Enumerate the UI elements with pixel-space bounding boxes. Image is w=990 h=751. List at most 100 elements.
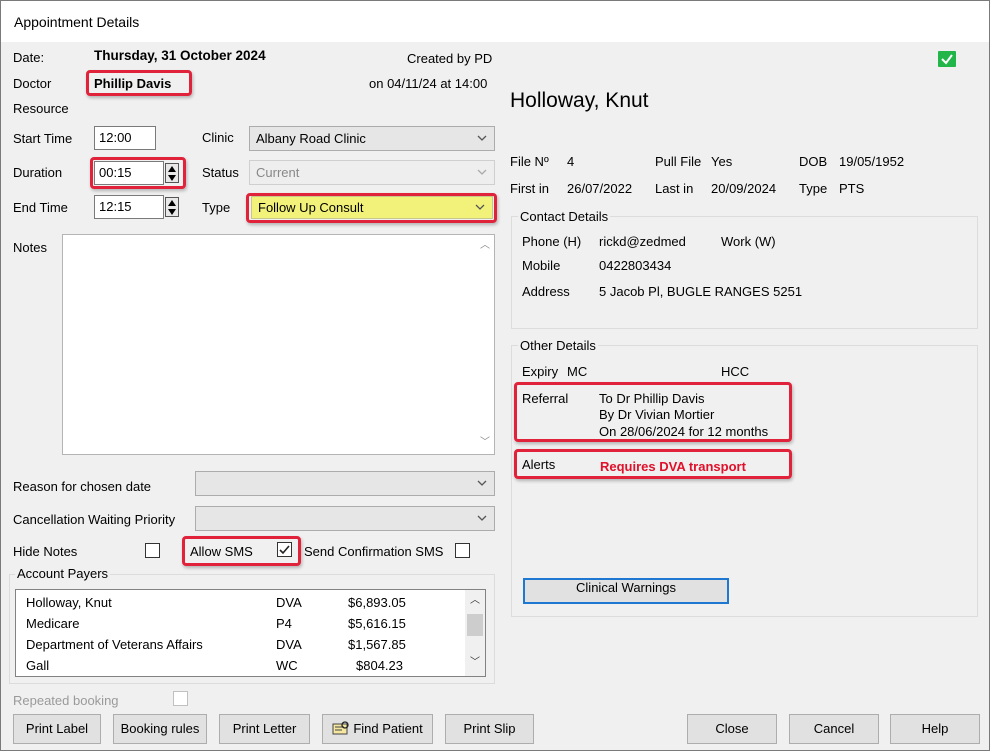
- status-value: Current: [256, 165, 300, 180]
- start-time-input[interactable]: 12:00: [94, 126, 156, 150]
- type-value-right: PTS: [839, 181, 865, 196]
- scroll-down-icon[interactable]: ﹀: [470, 658, 480, 668]
- print-label-button[interactable]: Print Label: [13, 714, 101, 744]
- payer-amount: $6,893.05: [348, 595, 406, 610]
- contact-details-title: Contact Details: [518, 209, 611, 224]
- referral-line3: On 28/06/2024 for 12 months: [599, 424, 769, 439]
- booking-rules-text: Booking rules: [120, 721, 200, 736]
- clinic-select[interactable]: Albany Road Clinic: [249, 126, 495, 151]
- pull-file-label: Pull File: [655, 154, 702, 169]
- scroll-up-icon[interactable]: ︿: [480, 241, 490, 251]
- print-slip-button[interactable]: Print Slip: [445, 714, 534, 744]
- allow-sms-label: Allow SMS: [190, 544, 253, 559]
- reason-select[interactable]: [195, 471, 495, 496]
- referral-line2: By Dr Vivian Mortier: [599, 407, 715, 422]
- phone-value: rickd@zedmed: [599, 234, 686, 249]
- first-in-label: First in: [510, 181, 549, 196]
- end-time-input[interactable]: 12:15: [94, 195, 164, 219]
- other-details-title: Other Details: [518, 338, 598, 353]
- clinic-value: Albany Road Clinic: [256, 131, 366, 146]
- duration-spinner[interactable]: [165, 163, 179, 183]
- send-confirmation-checkbox[interactable]: [455, 543, 470, 558]
- find-patient-text: Find Patient: [353, 721, 423, 736]
- hcc-label: HCC: [721, 364, 750, 379]
- repeated-booking-label: Repeated booking: [13, 693, 119, 708]
- first-in-value: 26/07/2022: [567, 181, 633, 196]
- scroll-up-icon[interactable]: ︿: [470, 596, 480, 606]
- cancellation-label: Cancellation Waiting Priority: [13, 512, 176, 527]
- mc-label: MC: [567, 364, 588, 379]
- table-row[interactable]: Holloway, Knut DVA $6,893.05: [16, 593, 456, 614]
- scroll-thumb[interactable]: [467, 614, 483, 636]
- chevron-down-icon: [477, 135, 487, 141]
- payer-code: DVA: [276, 637, 302, 652]
- table-row[interactable]: Medicare P4 $5,616.15: [16, 614, 456, 635]
- payer-amount: $1,567.85: [348, 637, 406, 652]
- check-icon: [938, 51, 956, 67]
- payer-code: DVA: [276, 595, 302, 610]
- mobile-label: Mobile: [522, 258, 561, 273]
- payer-name: Department of Veterans Affairs: [26, 637, 203, 652]
- status-select: Current: [249, 160, 495, 185]
- send-confirmation-label: Send Confirmation SMS: [304, 544, 444, 559]
- chevron-down-icon: [477, 169, 487, 175]
- chevron-down-icon: [477, 515, 487, 521]
- end-time-label: End Time: [13, 200, 68, 215]
- referral-line1: To Dr Phillip Davis: [599, 391, 705, 406]
- chevron-down-icon: [477, 480, 487, 486]
- notes-label: Notes: [13, 240, 47, 255]
- payer-code: WC: [276, 658, 298, 673]
- status-label: Status: [202, 165, 239, 180]
- doctor-value: Phillip Davis: [94, 76, 172, 91]
- created-on: on 04/11/24 at 14:00: [369, 76, 488, 91]
- last-in-label: Last in: [655, 181, 694, 196]
- find-patient-button[interactable]: Find Patient: [322, 714, 433, 744]
- scroll-down-icon[interactable]: ﹀: [480, 438, 490, 448]
- print-letter-button[interactable]: Print Letter: [219, 714, 310, 744]
- type-label-right: Type: [799, 181, 828, 196]
- account-payers-title: Account Payers: [15, 566, 111, 581]
- account-payers-list[interactable]: Holloway, Knut DVA $6,893.05 Medicare P4…: [15, 589, 486, 677]
- type-select[interactable]: Follow Up Consult: [251, 196, 493, 219]
- close-text: Close: [715, 721, 749, 736]
- contact-details-group: [511, 216, 978, 329]
- table-row[interactable]: Gall WC $804.23: [16, 656, 456, 677]
- booking-rules-button[interactable]: Booking rules: [113, 714, 207, 744]
- created-by: Created by PD: [407, 51, 493, 66]
- help-button[interactable]: Help: [890, 714, 980, 744]
- last-in-value: 20/09/2024: [711, 181, 777, 196]
- referral-label: Referral: [522, 391, 569, 406]
- cancellation-select[interactable]: [195, 506, 495, 531]
- mobile-value: 0422803434: [599, 258, 672, 273]
- print-slip-text: Print Slip: [463, 721, 516, 736]
- close-button[interactable]: Close: [687, 714, 777, 744]
- cancel-button[interactable]: Cancel: [789, 714, 879, 744]
- notes-textarea[interactable]: ︿ ﹀: [62, 234, 495, 455]
- doctor-label: Doctor: [13, 76, 52, 91]
- duration-input[interactable]: 00:15: [94, 161, 164, 185]
- expiry-label: Expiry: [522, 364, 559, 379]
- print-letter-text: Print Letter: [232, 721, 297, 736]
- help-text: Help: [921, 721, 949, 736]
- pull-file-value: Yes: [711, 154, 733, 169]
- payer-name: Holloway, Knut: [26, 595, 112, 610]
- find-patient-icon: [332, 721, 349, 735]
- table-row[interactable]: Department of Veterans Affairs DVA $1,56…: [16, 635, 456, 656]
- address-value: 5 Jacob Pl, BUGLE RANGES 5251: [599, 284, 803, 299]
- end-time-spinner[interactable]: [165, 197, 179, 217]
- payer-code: P4: [276, 616, 292, 631]
- payer-name: Gall: [26, 658, 50, 673]
- clinical-warnings-button[interactable]: Clinical Warnings: [523, 578, 729, 604]
- scrollbar[interactable]: ︿ ﹀: [465, 590, 485, 676]
- payer-amount: $5,616.15: [348, 616, 406, 631]
- allow-sms-checkbox[interactable]: [277, 542, 292, 557]
- window-title: Appointment Details: [14, 14, 140, 30]
- hide-notes-checkbox[interactable]: [145, 543, 160, 558]
- file-no-label: File Nº: [510, 154, 549, 169]
- date-value: Thursday, 31 October 2024: [94, 48, 266, 63]
- payer-name: Medicare: [26, 616, 80, 631]
- chevron-down-icon: [475, 204, 485, 210]
- dob-value: 19/05/1952: [839, 154, 905, 169]
- alerts-label: Alerts: [522, 457, 556, 472]
- resource-label: Resource: [13, 101, 69, 116]
